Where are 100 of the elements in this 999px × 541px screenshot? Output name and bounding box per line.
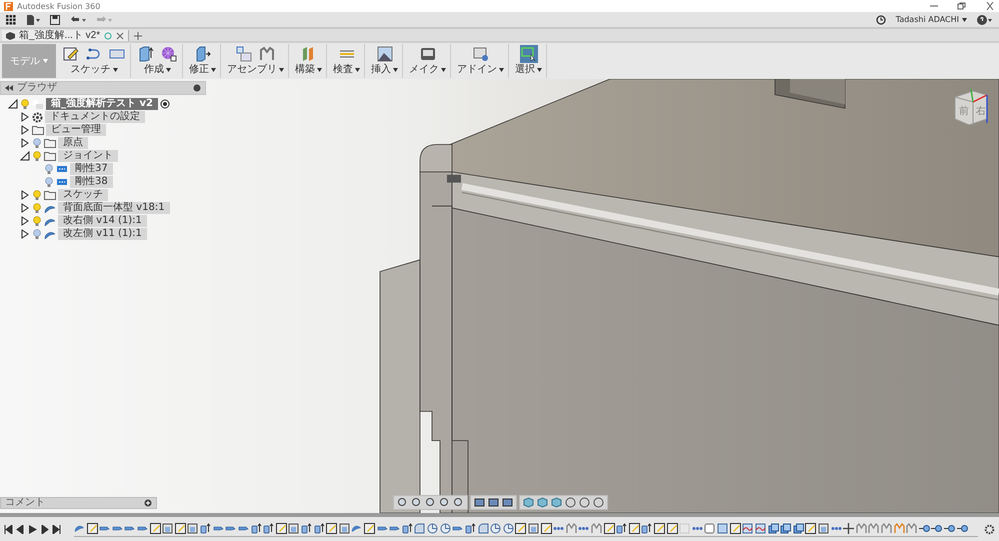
expand-arrow-icon[interactable] bbox=[20, 190, 30, 200]
close-icon[interactable] bbox=[116, 32, 124, 40]
cube-view-icon[interactable] bbox=[551, 497, 562, 508]
tree-item[interactable]: ビュー管理 bbox=[46, 124, 106, 136]
fillet-icon[interactable] bbox=[478, 523, 488, 534]
cylinder-icon[interactable] bbox=[200, 523, 212, 534]
shell-icon[interactable] bbox=[502, 523, 514, 534]
image-icon[interactable] bbox=[376, 46, 392, 62]
sketch-icon[interactable] bbox=[540, 523, 552, 534]
ribbon-menu[interactable]: 選択 bbox=[515, 64, 542, 75]
expand-arrow-icon[interactable] bbox=[20, 203, 30, 213]
sketch-icon[interactable] bbox=[654, 523, 666, 534]
pin-icon[interactable] bbox=[944, 523, 956, 534]
lightbulb-icon[interactable] bbox=[44, 164, 54, 174]
copy-icon[interactable] bbox=[768, 523, 779, 534]
surface-icon[interactable] bbox=[754, 523, 766, 534]
tree-item[interactable]: 剛性38 bbox=[70, 176, 113, 188]
sketch-icon[interactable] bbox=[666, 523, 678, 534]
sketch-icon[interactable] bbox=[515, 523, 526, 534]
document-tab[interactable]: 箱_強度解...ト v2* bbox=[2, 30, 130, 41]
settings-icon[interactable] bbox=[193, 84, 201, 92]
pin-icon[interactable] bbox=[931, 523, 942, 534]
previous-icon[interactable] bbox=[16, 524, 25, 534]
user-menu[interactable]: Tadashi ADACHI bbox=[896, 15, 967, 24]
sketch-icon[interactable] bbox=[364, 523, 376, 534]
tree-item[interactable]: スケッチ bbox=[58, 189, 108, 201]
printer-icon[interactable] bbox=[420, 46, 436, 62]
tree-item[interactable]: 剛性37 bbox=[70, 163, 113, 175]
fillet-icon[interactable] bbox=[414, 523, 426, 534]
component-icon[interactable] bbox=[236, 46, 252, 62]
sketch-icon[interactable] bbox=[628, 523, 640, 534]
select-icon[interactable] bbox=[520, 46, 536, 62]
view-sphere-icon[interactable] bbox=[593, 497, 604, 508]
sketch-icon[interactable] bbox=[150, 523, 161, 534]
copy-icon[interactable] bbox=[780, 523, 792, 534]
tree-item[interactable]: 改右側 v14 (1):1 bbox=[58, 215, 147, 227]
press-pull-icon[interactable] bbox=[194, 46, 210, 62]
sketch-icon[interactable] bbox=[276, 523, 287, 534]
restore-icon[interactable] bbox=[957, 2, 967, 10]
skip-start-icon[interactable] bbox=[4, 524, 13, 534]
sketch-icon[interactable] bbox=[805, 523, 816, 534]
combine-icon[interactable] bbox=[162, 523, 174, 534]
tree-item[interactable]: 背面底面一体型 v18:1 bbox=[58, 202, 170, 214]
ribbon-menu[interactable]: 修正 bbox=[189, 64, 216, 75]
settings-icon[interactable] bbox=[984, 524, 995, 534]
ribbon-menu[interactable]: アセンブリ bbox=[227, 64, 284, 75]
sketch-icon[interactable] bbox=[63, 46, 79, 62]
file-icon[interactable] bbox=[26, 14, 40, 24]
shell-icon[interactable] bbox=[490, 523, 502, 534]
tree-item[interactable]: 原点 bbox=[58, 137, 88, 149]
sketch-icon[interactable] bbox=[604, 523, 615, 534]
tree-item[interactable]: 箱_強度解析テスト v2 bbox=[46, 98, 158, 110]
expand-arrow-icon[interactable] bbox=[8, 99, 18, 109]
rigid-joint-icon[interactable] bbox=[881, 523, 892, 534]
cylinder-icon[interactable] bbox=[250, 523, 262, 534]
combine-icon[interactable] bbox=[528, 523, 539, 534]
shell-icon[interactable] bbox=[440, 523, 451, 534]
sketch-icon[interactable] bbox=[730, 523, 741, 534]
collapse-icon[interactable] bbox=[5, 85, 13, 91]
rigid-joint-icon[interactable] bbox=[868, 523, 880, 534]
ribbon-menu[interactable]: 構築 bbox=[295, 64, 322, 75]
expand-arrow-icon[interactable] bbox=[20, 125, 30, 135]
combine-icon[interactable] bbox=[187, 523, 198, 534]
spline-icon[interactable] bbox=[86, 46, 102, 62]
rigid-joint-icon[interactable] bbox=[566, 523, 577, 534]
expand-arrow-icon[interactable] bbox=[20, 229, 30, 239]
undo-icon[interactable] bbox=[70, 14, 86, 24]
copy-icon[interactable] bbox=[792, 523, 804, 534]
ribbon-menu[interactable]: メイク bbox=[409, 64, 446, 75]
ribbon-menu[interactable]: 挿入 bbox=[371, 64, 398, 75]
tree-item[interactable]: ドキュメントの設定 bbox=[45, 111, 145, 123]
cylinder-icon[interactable] bbox=[616, 523, 628, 534]
ribbon-menu[interactable]: アドイン bbox=[457, 64, 504, 75]
expand-arrow-icon[interactable] bbox=[20, 138, 30, 148]
view-sphere-icon[interactable] bbox=[579, 497, 590, 508]
lightbulb-icon[interactable] bbox=[44, 176, 54, 188]
add-comment-icon[interactable] bbox=[144, 499, 152, 507]
combine-icon[interactable] bbox=[288, 523, 300, 534]
combine-icon[interactable] bbox=[818, 523, 829, 534]
view-sphere-icon[interactable] bbox=[565, 497, 576, 508]
cylinder-icon[interactable] bbox=[314, 523, 325, 534]
sketch-icon[interactable] bbox=[174, 523, 186, 534]
save-icon[interactable] bbox=[50, 14, 60, 24]
combine-icon[interactable] bbox=[338, 523, 350, 534]
mesh-sphere-icon[interactable] bbox=[161, 46, 177, 62]
cube-icon[interactable] bbox=[704, 523, 716, 534]
radio-icon[interactable] bbox=[160, 99, 170, 109]
ribbon-menu[interactable]: 検査 bbox=[333, 64, 360, 75]
cylinder-icon[interactable] bbox=[464, 523, 476, 534]
help-icon[interactable] bbox=[977, 14, 993, 24]
ribbon-menu[interactable]: 作成 bbox=[144, 64, 171, 75]
move-icon[interactable] bbox=[843, 523, 854, 534]
skip-end-icon[interactable] bbox=[52, 524, 61, 534]
cylinder-icon[interactable] bbox=[263, 523, 274, 534]
tree-item[interactable]: ジョイント bbox=[58, 150, 118, 162]
app-grid-icon[interactable] bbox=[6, 14, 16, 24]
close-icon[interactable] bbox=[985, 2, 995, 10]
new-tab-icon[interactable] bbox=[133, 31, 144, 41]
surface-icon[interactable] bbox=[742, 523, 754, 534]
next-icon[interactable] bbox=[40, 524, 49, 534]
